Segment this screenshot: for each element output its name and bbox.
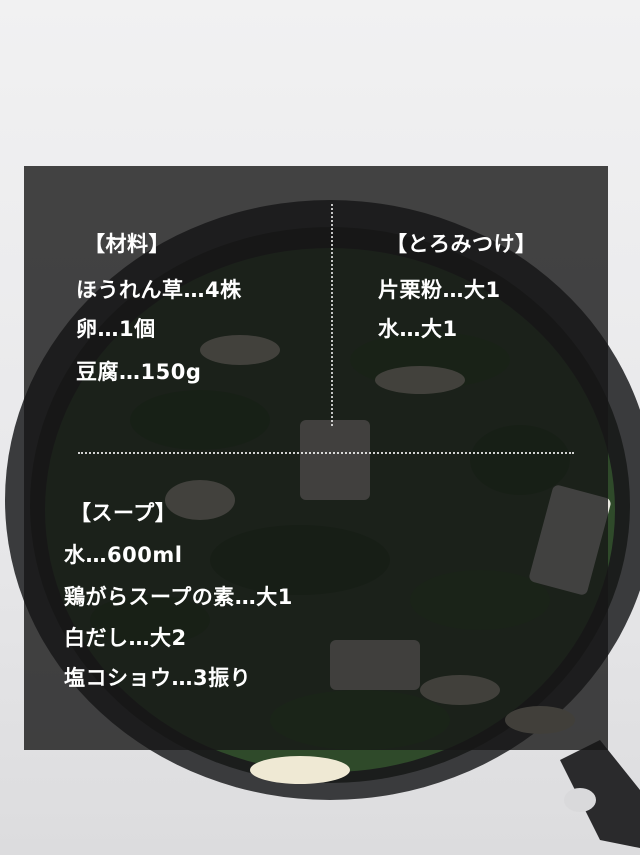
ingredients-heading: 【材料】 xyxy=(84,232,170,256)
vertical-dotted-divider xyxy=(331,204,333,426)
horizontal-dotted-divider xyxy=(78,452,574,454)
thickening-item: 水…大1 xyxy=(378,317,458,341)
soup-item: 白だし…大2 xyxy=(64,626,187,650)
thickening-item: 片栗粉…大1 xyxy=(378,278,501,302)
thickening-heading: 【とろみつけ】 xyxy=(386,232,537,256)
soup-heading: 【スープ】 xyxy=(70,501,177,525)
ingredient-item: 豆腐…150g xyxy=(76,360,202,384)
soup-item: 塩コショウ…3振り xyxy=(64,666,252,690)
soup-item: 水…600ml xyxy=(64,543,183,567)
handle-hole xyxy=(564,788,596,812)
ingredient-item: 卵…1個 xyxy=(76,317,156,341)
soup-item: 鶏がらスープの素…大1 xyxy=(64,585,293,609)
ingredient-item: ほうれん草…4株 xyxy=(76,278,242,302)
